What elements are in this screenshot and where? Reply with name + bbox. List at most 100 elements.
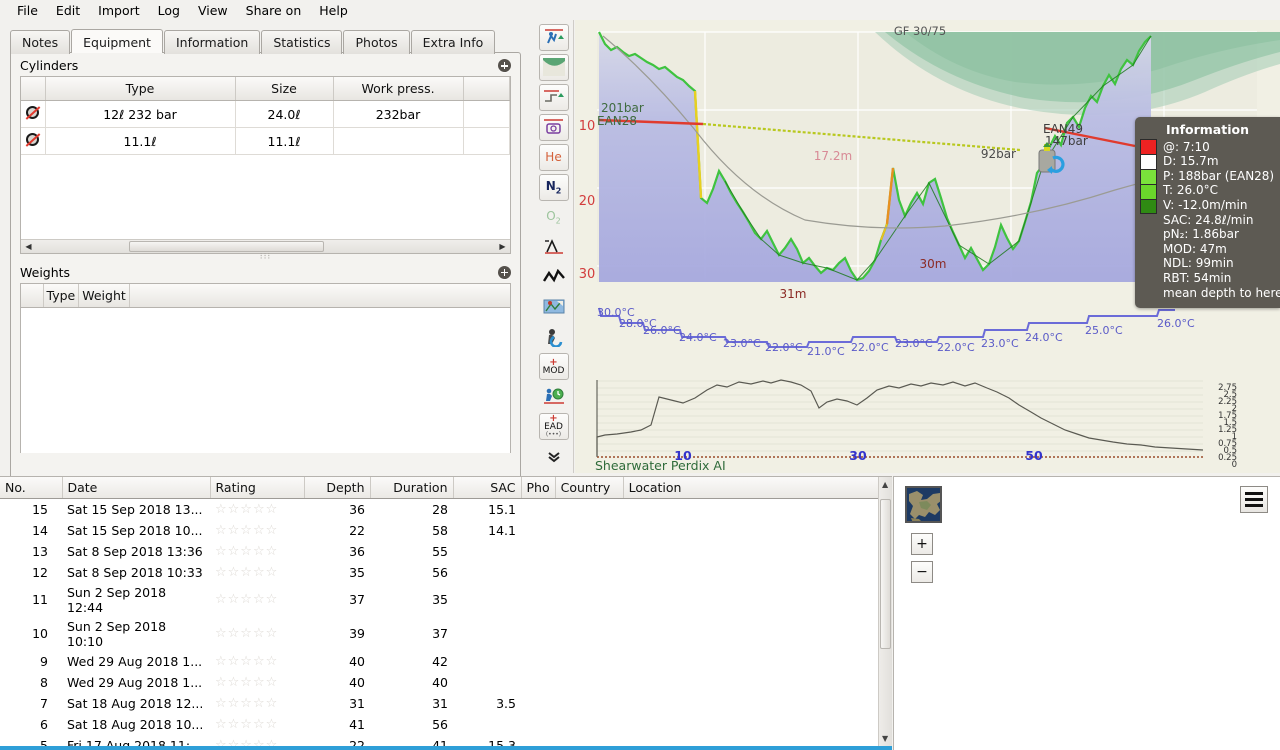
information-title: Information [1141,123,1274,138]
cylinder-size[interactable]: 24.0ℓ [235,101,333,128]
nitrogen-icon[interactable]: N2 [539,174,569,201]
dive-rating[interactable]: ☆☆☆☆☆ [210,714,304,735]
cylinders-hscrollbar[interactable]: ◀ ▶ [21,239,510,253]
delete-icon[interactable] [25,132,40,147]
table-row[interactable]: 6 Sat 18 Aug 2018 10... ☆☆☆☆☆ 41 56 [0,714,892,735]
tab-equipment[interactable]: Equipment [71,29,163,53]
table-row[interactable]: 7 Sat 18 Aug 2018 12... ☆☆☆☆☆ 31 31 3.5 [0,693,892,714]
scroll-thumb[interactable] [129,241,325,252]
add-weight-button[interactable] [498,266,511,279]
weights-col-weight[interactable]: Weight [79,284,130,308]
map-zoom-out-button[interactable]: − [911,561,933,583]
heartrate-icon[interactable] [539,264,569,291]
col-depth[interactable]: Depth [304,477,370,499]
dive-list-vscrollbar[interactable]: ▲ ▼ [878,477,892,750]
delete-cylinder-cell[interactable] [21,128,45,155]
cylinder-extra[interactable] [463,101,510,128]
cylinder-type[interactable]: 11.1ℓ [45,128,235,155]
col-duration[interactable]: Duration [370,477,453,499]
scroll-right-icon[interactable]: ▶ [498,242,507,251]
map-thumbnail[interactable] [905,486,942,523]
table-row[interactable]: 15 Sat 15 Sep 2018 13... ☆☆☆☆☆ 36 28 15.… [0,499,892,520]
cylinders-col-extra[interactable] [463,77,510,101]
menu-import[interactable]: Import [89,2,149,19]
cylinders-col-action[interactable] [21,77,45,101]
more-options-icon[interactable] [539,443,569,470]
dive-rating[interactable]: ☆☆☆☆☆ [210,617,304,651]
scroll-thumb[interactable] [880,499,891,649]
ndl-tts-icon[interactable] [539,383,569,410]
table-row[interactable]: 11.1ℓ 11.1ℓ [21,128,510,155]
delete-cylinder-cell[interactable] [21,101,45,128]
col-photos[interactable]: Pho [521,477,555,499]
dc-reported-ceiling-icon[interactable] [539,114,569,141]
scale-to-fit-icon[interactable] [539,24,569,51]
oxygen-icon[interactable]: O2 [539,204,569,231]
table-row[interactable]: 13 Sat 8 Sep 2018 13:36 ☆☆☆☆☆ 36 55 [0,541,892,562]
col-date[interactable]: Date [62,477,210,499]
table-row[interactable]: 10 Sun 2 Sep 2018 10:10 ☆☆☆☆☆ 39 37 [0,617,892,651]
hamburger-menu-icon[interactable] [1240,486,1268,513]
map-panel[interactable]: + − [893,476,1280,750]
col-no[interactable]: No. [0,477,62,499]
table-row[interactable]: 8 Wed 29 Aug 2018 1... ☆☆☆☆☆ 40 40 [0,672,892,693]
dc-ceiling-icon[interactable] [539,84,569,111]
dive-rating[interactable]: ☆☆☆☆☆ [210,499,304,520]
col-location[interactable]: Location [623,477,892,499]
col-country[interactable]: Country [555,477,623,499]
map-zoom-in-button[interactable]: + [911,533,933,555]
tab-notes[interactable]: Notes [10,30,70,54]
cylinder-extra[interactable] [463,128,510,155]
table-row[interactable]: 12ℓ 232 bar 24.0ℓ 232bar [21,101,510,128]
table-row[interactable]: 12 Sat 8 Sep 2018 10:33 ☆☆☆☆☆ 35 56 [0,562,892,583]
cylinder-workpress[interactable]: 232bar [333,101,463,128]
table-row[interactable]: 9 Wed 29 Aug 2018 1... ☆☆☆☆☆ 40 42 [0,651,892,672]
dive-rating[interactable]: ☆☆☆☆☆ [210,562,304,583]
weights-col-action[interactable] [21,284,43,308]
cylinder-type[interactable]: 12ℓ 232 bar [45,101,235,128]
tab-photos[interactable]: Photos [343,30,409,54]
scroll-left-icon[interactable]: ◀ [24,242,33,251]
dive-rating[interactable]: ☆☆☆☆☆ [210,672,304,693]
delete-icon[interactable] [25,105,40,120]
tab-statistics[interactable]: Statistics [261,30,342,54]
dive-profile-chart[interactable]: 10 20 30 17.2m 31m 30m 201bar EAN28 92ba… [575,20,1280,473]
scroll-up-icon[interactable]: ▲ [882,480,888,489]
col-sac[interactable]: SAC [453,477,521,499]
menu-help[interactable]: Help [310,2,357,19]
tab-information[interactable]: Information [164,30,260,54]
cylinders-col-workpress[interactable]: Work press. [333,77,463,101]
show-tankbar-icon[interactable] [539,293,569,320]
cylinder-workpress[interactable] [333,128,463,155]
dive-rating[interactable]: ☆☆☆☆☆ [210,583,304,617]
table-row[interactable]: 11 Sun 2 Sep 2018 12:44 ☆☆☆☆☆ 37 35 [0,583,892,617]
dive-rating[interactable]: ☆☆☆☆☆ [210,693,304,714]
tab-extra-info[interactable]: Extra Info [411,30,496,54]
menu-share-on[interactable]: Share on [237,2,311,19]
weights-header-row: Type Weight [21,284,510,308]
dive-rating[interactable]: ☆☆☆☆☆ [210,541,304,562]
menu-file[interactable]: File [8,2,47,19]
add-cylinder-button[interactable] [498,59,511,72]
menu-view[interactable]: View [189,2,237,19]
cylinders-table-wrap: Type Size Work press. 12ℓ 232 bar [20,76,511,254]
weights-col-type[interactable]: Type [43,284,79,308]
col-rating[interactable]: Rating [210,477,304,499]
ead-icon[interactable]: + EAD (•••) [539,413,569,440]
cylinders-col-size[interactable]: Size [235,77,333,101]
helium-icon[interactable]: He [539,144,569,171]
tissue-graph-icon[interactable] [539,234,569,261]
cylinders-col-type[interactable]: Type [45,77,235,101]
dive-rating[interactable]: ☆☆☆☆☆ [210,520,304,541]
sac-rate-icon[interactable] [539,323,569,350]
menu-edit[interactable]: Edit [47,2,89,19]
ceiling-icon[interactable] [539,54,569,81]
mod-icon[interactable]: + MOD [539,353,569,380]
scroll-down-icon[interactable]: ▼ [882,734,888,743]
dive-list[interactable]: No. Date Rating Depth Duration SAC Pho C… [0,476,892,750]
legend-swatch-3 [1140,184,1157,199]
table-row[interactable]: 14 Sat 15 Sep 2018 10... ☆☆☆☆☆ 22 58 14.… [0,520,892,541]
dive-rating[interactable]: ☆☆☆☆☆ [210,651,304,672]
cylinder-size[interactable]: 11.1ℓ [235,128,333,155]
menu-log[interactable]: Log [149,2,189,19]
